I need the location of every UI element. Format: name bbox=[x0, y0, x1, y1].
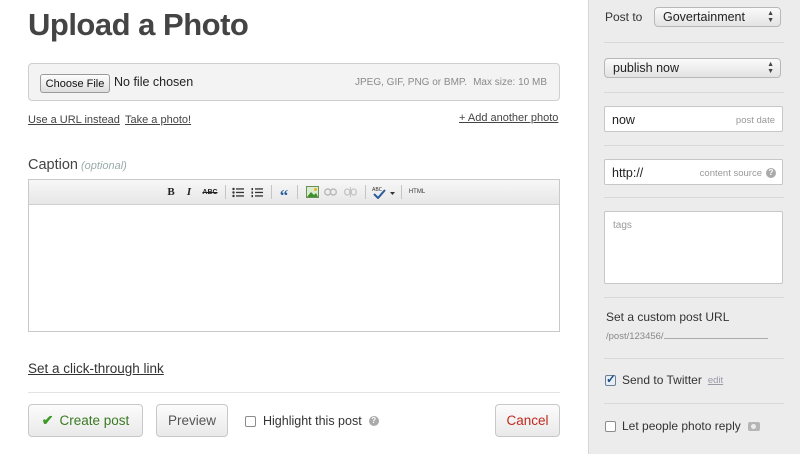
italic-button[interactable]: I bbox=[183, 185, 195, 199]
highlight-post-option[interactable]: Highlight this post ? bbox=[245, 414, 379, 428]
caption-editor: B I ABC “ ABC HTML bbox=[28, 179, 560, 332]
custom-url-field[interactable]: /post/123456/ bbox=[606, 331, 768, 342]
toolbar-divider bbox=[271, 185, 272, 199]
custom-url-blank bbox=[663, 331, 768, 339]
choose-file-button[interactable]: Choose File bbox=[40, 74, 110, 93]
post-date-hint: post date bbox=[735, 115, 775, 126]
photo-reply-option[interactable]: Let people photo reply bbox=[605, 419, 760, 433]
custom-url-prefix: /post/123456/ bbox=[606, 331, 664, 342]
page-title: Upload a Photo bbox=[28, 7, 249, 42]
caption-label: Caption (optional) bbox=[28, 157, 127, 173]
click-through-link[interactable]: Set a click-through link bbox=[28, 361, 164, 376]
use-url-link[interactable]: Use a URL instead bbox=[28, 114, 120, 126]
file-upload-box: Choose File No file chosen JPEG, GIF, PN… bbox=[28, 63, 560, 101]
publish-select[interactable]: publish now ▲ ▼ bbox=[604, 58, 781, 78]
toolbar-divider bbox=[401, 185, 402, 199]
sidebar-divider bbox=[604, 145, 784, 146]
toolbar-divider bbox=[225, 185, 226, 199]
sidebar-divider bbox=[604, 92, 784, 93]
create-post-label: Create post bbox=[59, 413, 130, 428]
file-formats: JPEG, GIF, PNG or BMP. bbox=[355, 77, 468, 88]
twitter-edit-link[interactable]: edit bbox=[708, 375, 723, 386]
blog-select[interactable]: Govertainment ▲ ▼ bbox=[654, 7, 781, 27]
sidebar-divider bbox=[604, 297, 784, 298]
bullet-list-icon[interactable] bbox=[231, 185, 245, 199]
svg-text:ABC: ABC bbox=[372, 187, 383, 193]
tags-placeholder: tags bbox=[613, 220, 632, 231]
html-button[interactable]: HTML bbox=[407, 185, 427, 199]
camera-icon bbox=[747, 421, 760, 431]
post-date-value: now bbox=[612, 113, 635, 127]
link-icon[interactable] bbox=[323, 185, 337, 199]
unlink-icon[interactable] bbox=[343, 185, 357, 199]
content-source-value: http:// bbox=[612, 166, 644, 180]
add-another-photo-link[interactable]: + Add another photo bbox=[459, 112, 558, 124]
photo-reply-label: Let people photo reply bbox=[622, 419, 741, 433]
highlight-checkbox[interactable] bbox=[245, 415, 256, 427]
content-source-input[interactable]: http:// content source ? bbox=[604, 159, 783, 185]
highlight-label: Highlight this post bbox=[263, 414, 362, 428]
caption-textarea[interactable] bbox=[29, 205, 559, 331]
insert-image-icon[interactable] bbox=[305, 185, 319, 199]
send-to-twitter-option[interactable]: Send to Twitter edit bbox=[605, 372, 723, 387]
post-date-input[interactable]: now post date bbox=[604, 106, 783, 132]
create-post-button[interactable]: ✔ Create post bbox=[28, 404, 143, 437]
take-photo-link[interactable]: Take a photo! bbox=[125, 114, 191, 126]
file-max-size: Max size: 10 MB bbox=[473, 77, 547, 88]
check-icon: ✔ bbox=[41, 412, 54, 428]
strikethrough-button[interactable]: ABC bbox=[201, 185, 219, 199]
content-source-hint: content source bbox=[699, 168, 762, 179]
bold-button[interactable]: B bbox=[165, 185, 177, 199]
help-icon[interactable]: ? bbox=[368, 416, 379, 426]
select-arrows-icon: ▲ ▼ bbox=[767, 10, 774, 24]
help-icon[interactable]: ? bbox=[766, 168, 776, 178]
custom-url-label: Set a custom post URL bbox=[606, 310, 730, 324]
sidebar-divider bbox=[604, 403, 784, 404]
blockquote-button[interactable]: “ bbox=[277, 185, 291, 205]
tags-input[interactable]: tags bbox=[604, 211, 783, 284]
spellcheck-icon[interactable]: ABC bbox=[371, 185, 397, 199]
action-divider bbox=[28, 392, 560, 393]
photo-reply-checkbox[interactable] bbox=[605, 420, 616, 432]
caption-optional: (optional) bbox=[80, 160, 127, 172]
sidebar-divider bbox=[604, 358, 784, 359]
post-to-label: Post to bbox=[605, 10, 643, 24]
caption-label-text: Caption bbox=[28, 157, 78, 173]
file-hint: JPEG, GIF, PNG or BMP. Max size: 10 MB bbox=[355, 77, 547, 88]
file-status: No file chosen bbox=[114, 75, 194, 89]
toolbar-divider bbox=[297, 185, 298, 199]
cancel-button[interactable]: Cancel bbox=[495, 404, 560, 437]
send-to-twitter-label: Send to Twitter bbox=[622, 373, 702, 387]
numbered-list-icon[interactable] bbox=[250, 185, 264, 199]
select-arrows-icon: ▲ ▼ bbox=[767, 61, 774, 75]
blog-select-value: Govertainment bbox=[663, 10, 745, 24]
toolbar-divider bbox=[365, 185, 366, 199]
twitter-checkbox[interactable] bbox=[605, 372, 616, 386]
editor-toolbar: B I ABC “ ABC HTML bbox=[29, 180, 559, 205]
compose-panel: Upload a Photo Choose File No file chose… bbox=[0, 0, 588, 454]
sidebar-divider bbox=[604, 42, 784, 43]
sidebar-divider bbox=[604, 197, 784, 198]
preview-button[interactable]: Preview bbox=[156, 404, 228, 437]
publish-select-value: publish now bbox=[613, 61, 680, 75]
